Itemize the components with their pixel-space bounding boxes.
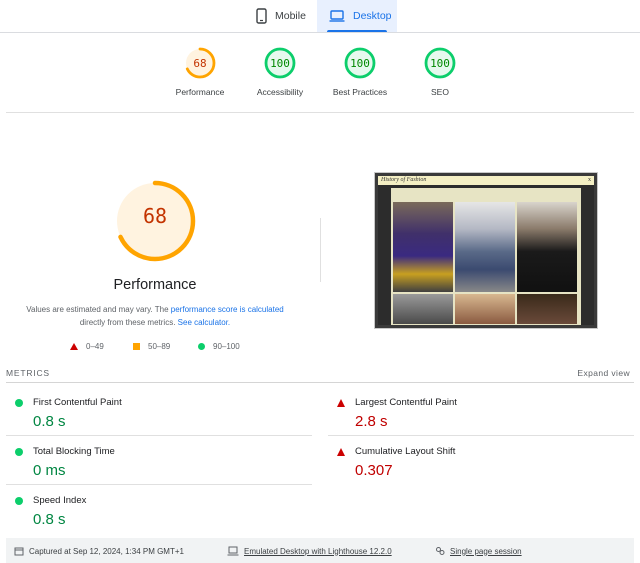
gallery-photo	[393, 202, 453, 292]
gallery-photo	[517, 294, 577, 324]
fail-triangle-icon	[337, 448, 345, 456]
legend-label: 50–89	[148, 342, 171, 351]
gauge-label: Accessibility	[256, 87, 304, 97]
metric-speed-index: Speed Index 0.8 s	[6, 485, 312, 534]
pass-circle-icon	[15, 448, 23, 456]
site-title: History of Fashion	[381, 177, 427, 183]
note-text: directly from these metrics.	[79, 318, 178, 327]
gauge-best-practices[interactable]: 100 Best Practices	[320, 45, 400, 97]
metric-value: 0.8 s	[33, 413, 66, 430]
legend-poor: 0–49	[70, 342, 104, 351]
metric-value: 2.8 s	[355, 413, 388, 430]
screenshot-gallery	[391, 188, 581, 325]
footer-session: Single page session	[435, 546, 522, 556]
screenshot-site-header: History of Fashion x	[378, 176, 594, 185]
metric-name: Largest Contentful Paint	[355, 397, 457, 408]
gauge-label: Performance	[175, 87, 225, 97]
gauge-score: 100	[350, 57, 370, 70]
final-screenshot[interactable]: History of Fashion x	[374, 172, 598, 329]
score-legend: 0–49 50–89 90–100	[70, 342, 270, 354]
laptop-icon	[329, 10, 345, 22]
gallery-photo	[393, 294, 453, 324]
circle-icon	[198, 343, 205, 350]
laptop-icon	[227, 546, 239, 556]
gauge-label: Best Practices	[332, 87, 388, 97]
phone-icon	[256, 8, 267, 24]
performance-score: 68	[142, 204, 168, 228]
tab-desktop-label: Desktop	[353, 10, 392, 22]
metric-value: 0 ms	[33, 462, 66, 479]
tab-mobile[interactable]: Mobile	[244, 0, 316, 32]
metric-value: 0.307	[355, 462, 393, 479]
metric-name: Total Blocking Time	[33, 446, 115, 457]
expand-view-toggle[interactable]: Expand view	[577, 368, 630, 378]
triangle-icon	[70, 343, 78, 350]
gauge-label: SEO	[431, 87, 449, 97]
gallery-photo	[455, 294, 515, 324]
divider	[6, 112, 634, 113]
close-icon: x	[588, 177, 591, 183]
square-icon	[133, 343, 140, 350]
gauge-accessibility[interactable]: 100 Accessibility	[240, 45, 320, 97]
tab-desktop[interactable]: Desktop	[317, 0, 397, 32]
performance-gauge-large: 68	[112, 178, 198, 264]
footer-captured: Captured at Sep 12, 2024, 1:34 PM GMT+1	[14, 546, 184, 556]
performance-title: Performance	[113, 277, 197, 293]
gallery-photo	[517, 202, 577, 292]
vertical-divider	[320, 218, 321, 282]
fail-triangle-icon	[337, 399, 345, 407]
gauge-performance[interactable]: 68 Performance	[160, 45, 240, 97]
gauge-score: 100	[270, 57, 290, 70]
legend-average: 50–89	[133, 342, 170, 351]
session-link[interactable]: Single page session	[450, 547, 522, 556]
score-calculated-link[interactable]: performance score is calculated	[171, 305, 284, 314]
metric-name: First Contentful Paint	[33, 397, 122, 408]
metric-first-contentful-paint: First Contentful Paint 0.8 s	[6, 387, 312, 436]
active-tab-indicator	[327, 30, 387, 32]
tab-mobile-label: Mobile	[275, 10, 306, 22]
metric-cumulative-layout-shift: Cumulative Layout Shift 0.307	[328, 436, 634, 485]
runtime-settings-footer: Captured at Sep 12, 2024, 1:34 PM GMT+1 …	[6, 538, 634, 563]
legend-good: 90–100	[198, 342, 240, 351]
screenshot-viewport: History of Fashion x	[378, 176, 594, 325]
metric-name: Speed Index	[33, 495, 87, 506]
gauge-score: 68	[193, 57, 207, 70]
emulated-link[interactable]: Emulated Desktop with Lighthouse 12.2.0	[244, 547, 392, 556]
metrics-header: METRICS Expand view	[6, 368, 634, 382]
note-text: Values are estimated and may vary. The	[26, 305, 171, 314]
legend-label: 0–49	[86, 342, 104, 351]
user-group-icon	[436, 547, 445, 555]
category-gauges: 68 Performance 100 Accessibility 100 Bes…	[0, 45, 640, 105]
footer-emulated: Emulated Desktop with Lighthouse 12.2.0	[227, 546, 392, 556]
gauge-seo[interactable]: 100 SEO	[400, 45, 480, 97]
metric-largest-contentful-paint: Largest Contentful Paint 2.8 s	[328, 387, 634, 436]
pass-circle-icon	[15, 399, 23, 407]
metric-value: 0.8 s	[33, 511, 66, 528]
calendar-icon	[14, 547, 24, 556]
captured-text: Captured at Sep 12, 2024, 1:34 PM GMT+1	[29, 546, 184, 556]
divider	[6, 382, 634, 383]
see-calculator-link[interactable]: See calculator.	[178, 318, 230, 327]
metrics-title: METRICS	[6, 368, 50, 378]
metric-total-blocking-time: Total Blocking Time 0 ms	[6, 436, 312, 485]
device-tabs: Mobile Desktop	[0, 0, 640, 33]
gauge-score: 100	[430, 57, 450, 70]
performance-note: Values are estimated and may vary. The p…	[20, 303, 290, 329]
gallery-photo	[455, 202, 515, 292]
legend-label: 90–100	[213, 342, 240, 351]
metric-name: Cumulative Layout Shift	[355, 446, 456, 457]
pass-circle-icon	[15, 497, 23, 505]
